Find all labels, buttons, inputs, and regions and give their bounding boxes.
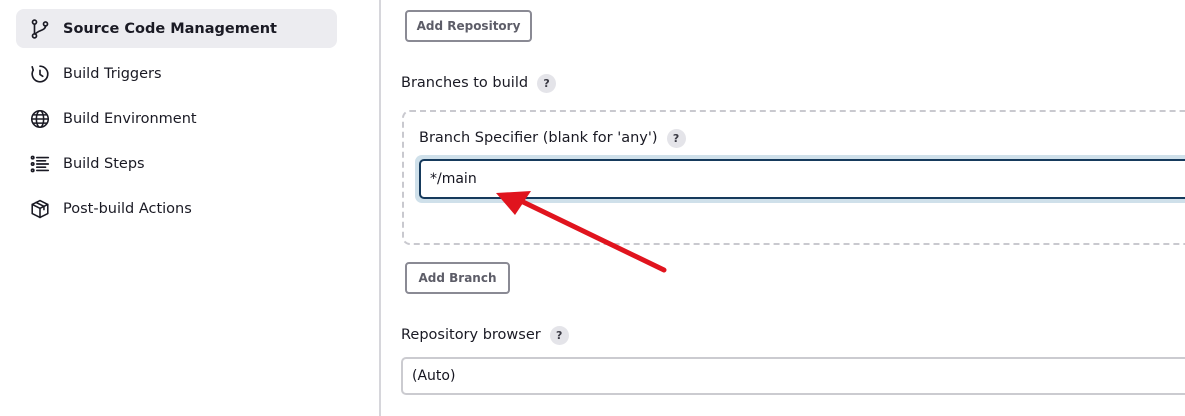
git-branch-icon bbox=[29, 18, 51, 40]
sidebar-item-label: Build Environment bbox=[63, 110, 197, 127]
branch-specifier-help-icon[interactable]: ? bbox=[666, 128, 686, 148]
scm-config-panel: Add Repository Branches to build ? Branc… bbox=[381, 0, 1185, 416]
repository-browser-select[interactable]: (Auto) bbox=[401, 357, 1185, 395]
repository-browser-heading: Repository browser ? bbox=[401, 324, 569, 346]
package-icon bbox=[29, 198, 51, 220]
branch-specifier-label: Branch Specifier (blank for 'any') bbox=[419, 130, 658, 146]
sidebar-item-build-triggers[interactable]: Build Triggers bbox=[16, 54, 337, 93]
add-branch-button[interactable]: Add Branch bbox=[405, 262, 510, 294]
globe-icon bbox=[29, 108, 51, 130]
repository-browser-help-icon[interactable]: ? bbox=[549, 325, 569, 345]
branch-specifier-heading: Branch Specifier (blank for 'any') ? bbox=[419, 127, 686, 149]
branches-to-build-label: Branches to build bbox=[401, 75, 529, 91]
repository-browser-label: Repository browser bbox=[401, 327, 541, 343]
sidebar-item-label: Source Code Management bbox=[63, 20, 277, 37]
sidebar-item-build-steps[interactable]: Build Steps bbox=[16, 144, 337, 183]
sidebar-item-source-code-management[interactable]: Source Code Management bbox=[16, 9, 337, 48]
sidebar-item-label: Build Steps bbox=[63, 155, 145, 172]
list-icon bbox=[29, 153, 51, 175]
add-repository-button[interactable]: Add Repository bbox=[405, 10, 532, 42]
branches-to-build-heading: Branches to build ? bbox=[401, 72, 557, 94]
branches-help-icon[interactable]: ? bbox=[537, 73, 557, 93]
branch-specifier-input[interactable]: */main bbox=[419, 159, 1185, 199]
sidebar-item-post-build-actions[interactable]: Post-build Actions bbox=[16, 189, 337, 228]
sidebar: Source Code Management Build Triggers Bu… bbox=[0, 0, 380, 416]
clock-icon bbox=[29, 63, 51, 85]
sidebar-item-label: Post-build Actions bbox=[63, 200, 192, 217]
sidebar-item-label: Build Triggers bbox=[63, 65, 162, 82]
sidebar-item-build-environment[interactable]: Build Environment bbox=[16, 99, 337, 138]
